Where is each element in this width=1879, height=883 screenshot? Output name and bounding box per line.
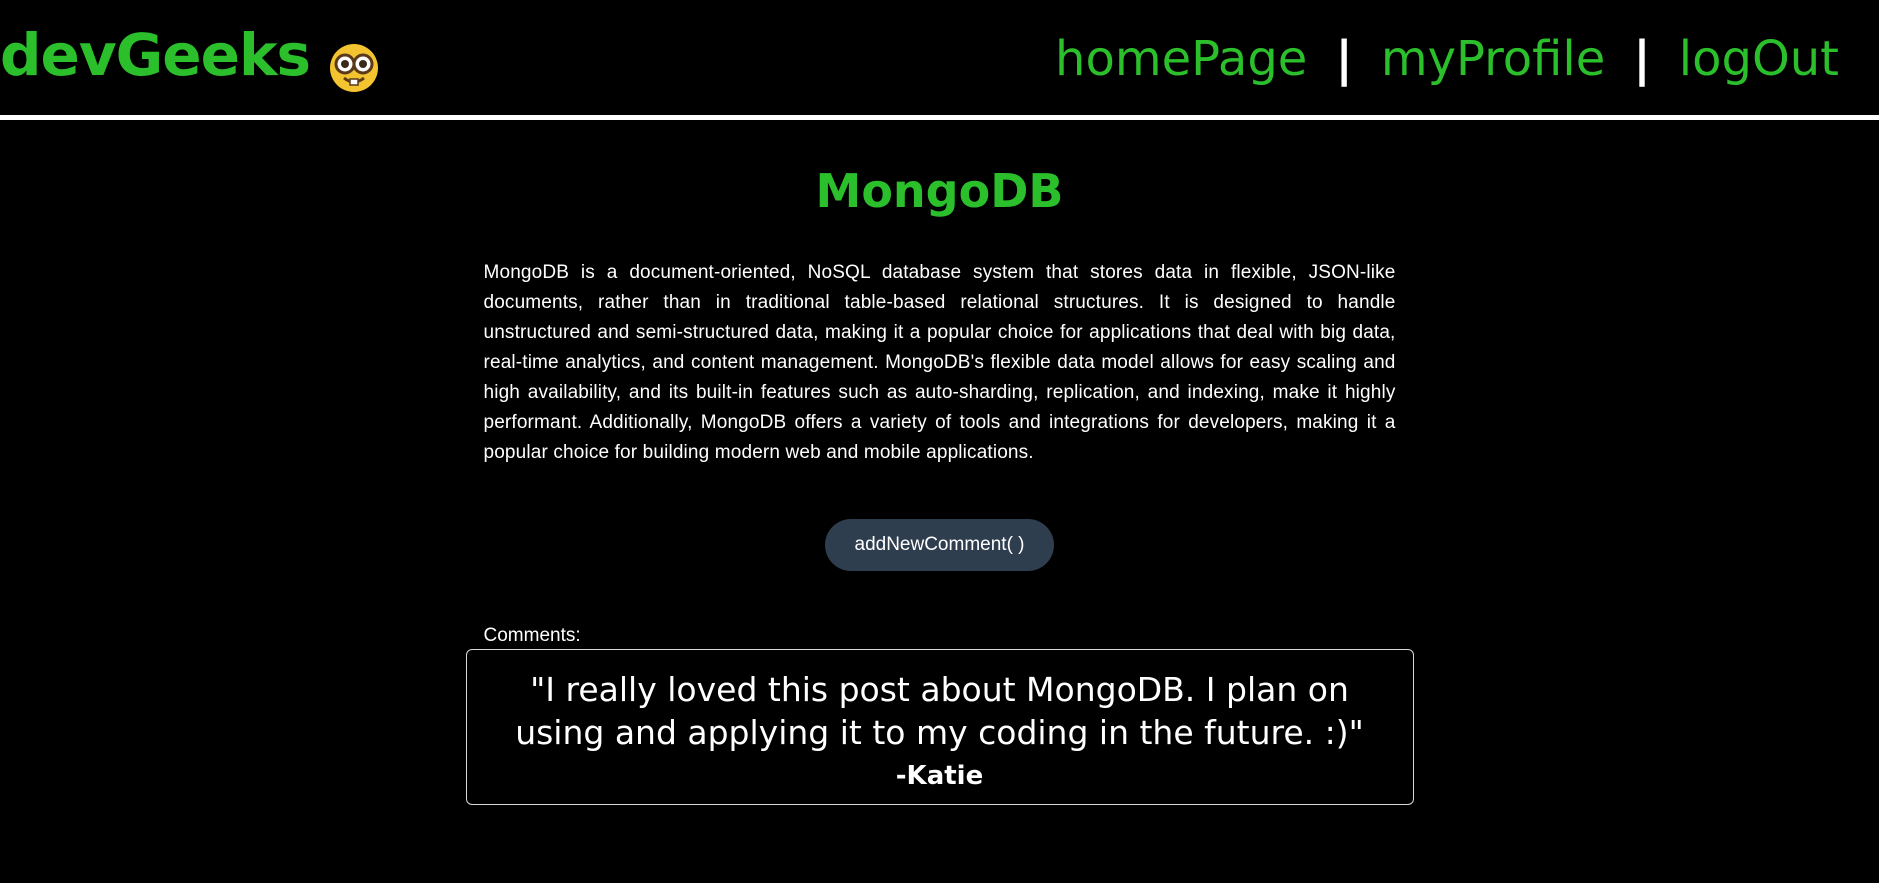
site-logo[interactable]: devGeeks xyxy=(0,14,380,96)
post-title: MongoDB xyxy=(815,164,1064,218)
top-nav: homePage | myProfile | logOut xyxy=(1055,28,1839,90)
nav-profile-link[interactable]: myProfile xyxy=(1381,28,1605,90)
site-header: devGeeks homePage | myProfile | logOut xyxy=(0,0,1879,120)
nerd-face-icon xyxy=(328,33,380,92)
comment-text: "I really loved this post about MongoDB.… xyxy=(515,670,1364,752)
add-comment-button[interactable]: addNewComment( ) xyxy=(825,519,1054,571)
nav-home-link[interactable]: homePage xyxy=(1055,28,1307,90)
logo-text: devGeeks xyxy=(0,21,311,89)
add-comment-wrap: addNewComment( ) xyxy=(484,519,1396,571)
comment-card: "I really loved this post about MongoDB.… xyxy=(465,649,1414,805)
nav-logout-link[interactable]: logOut xyxy=(1679,28,1839,90)
nav-separator: | xyxy=(1633,31,1651,87)
post-content: MongoDB MongoDB is a document-oriented, … xyxy=(465,120,1414,805)
post-description: MongoDB is a document-oriented, NoSQL da… xyxy=(483,262,1396,463)
comment-author: -Katie xyxy=(895,761,984,791)
comments-label: Comments: xyxy=(483,625,581,646)
nav-separator: | xyxy=(1335,31,1353,87)
